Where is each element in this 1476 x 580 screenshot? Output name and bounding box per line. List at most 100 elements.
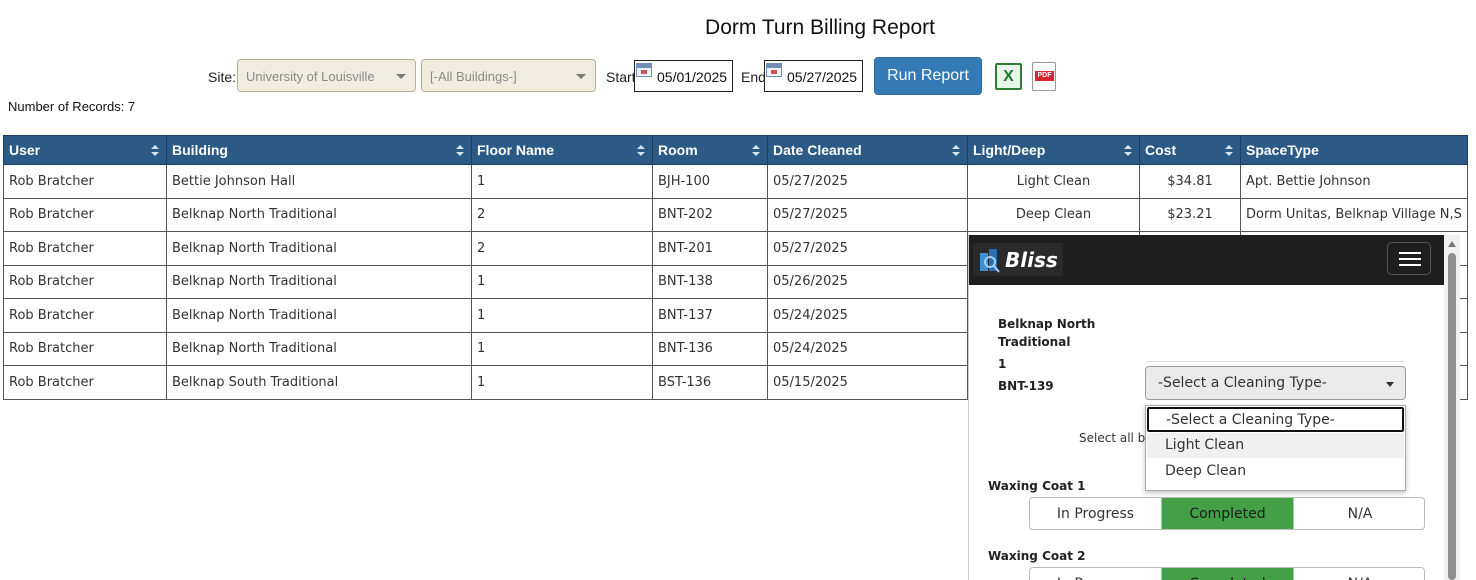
column-header-building[interactable]: Building — [166, 135, 472, 165]
excel-export-icon[interactable]: X — [995, 63, 1022, 90]
cell-space-type: Dorm Unitas, Belknap Village N,S — [1240, 197, 1468, 232]
waxing-coat-1-toggle: In Progress Completed N/A — [1029, 497, 1425, 530]
hamburger-menu-icon[interactable] — [1387, 242, 1431, 275]
building-name-line2: Traditional — [998, 335, 1071, 349]
column-header-label: Building — [172, 142, 228, 158]
cell-user: Rob Bratcher — [3, 264, 167, 299]
cell-user: Rob Bratcher — [3, 164, 167, 199]
panel-scrollbar[interactable] — [1444, 235, 1460, 580]
column-header-label: User — [9, 142, 41, 158]
cell-user: Rob Bratcher — [3, 231, 167, 266]
cell-building: Belknap North Traditional — [166, 264, 472, 299]
building-select[interactable]: [-All Buildings-] — [421, 59, 596, 92]
cell-light-deep: Deep Clean — [967, 197, 1140, 232]
calendar-icon[interactable] — [636, 63, 652, 77]
column-header-date-cleaned[interactable]: Date Cleaned — [767, 135, 968, 165]
cell-date: 05/15/2025 — [767, 365, 968, 400]
pdf-export-icon[interactable]: PDF — [1032, 62, 1056, 91]
column-header-label: Floor Name — [477, 142, 555, 158]
waxing-coat-2-label: Waxing Coat 2 — [988, 549, 1086, 563]
cell-floor: 2 — [471, 231, 653, 266]
cell-floor: 1 — [471, 164, 653, 199]
cell-user: Rob Bratcher — [3, 197, 167, 232]
cell-room: BNT-137 — [652, 298, 768, 333]
cell-cost: $23.21 — [1139, 197, 1241, 232]
waxing-coat-1-label: Waxing Coat 1 — [988, 479, 1086, 493]
building-name-line1: Belknap North — [998, 317, 1096, 331]
building-logo-icon — [980, 249, 1000, 273]
sort-icon[interactable] — [952, 145, 960, 156]
cell-building: Bettie Johnson Hall — [166, 164, 472, 199]
cell-floor: 2 — [471, 197, 653, 232]
column-header-room[interactable]: Room — [652, 135, 768, 165]
table-row[interactable]: Rob Bratcher Bettie Johnson Hall 1 BJH-1… — [3, 164, 1468, 199]
column-header-light-deep[interactable]: Light/Deep — [967, 135, 1140, 165]
record-count: Number of Records: 7 — [8, 99, 136, 114]
sort-icon[interactable] — [752, 145, 760, 156]
cell-light-deep: Light Clean — [967, 164, 1140, 199]
column-header-cost[interactable]: Cost — [1139, 135, 1241, 165]
cell-room: BST-136 — [652, 365, 768, 400]
status-completed[interactable]: Completed — [1162, 568, 1294, 580]
sort-icon[interactable] — [637, 145, 645, 156]
column-header-space-type[interactable]: SpaceType — [1240, 135, 1468, 165]
bliss-logo[interactable]: Bliss — [973, 243, 1063, 276]
cell-room: BJH-100 — [652, 164, 768, 199]
end-label: End — [741, 69, 766, 85]
sort-icon[interactable] — [456, 145, 464, 156]
column-header-floor-name[interactable]: Floor Name — [471, 135, 653, 165]
cell-user: Rob Bratcher — [3, 298, 167, 333]
divider — [1146, 361, 1404, 362]
calendar-icon[interactable] — [766, 63, 782, 77]
cell-date: 05/24/2025 — [767, 331, 968, 366]
site-select-value: University of Louisville — [246, 69, 375, 84]
sort-icon[interactable] — [1225, 145, 1233, 156]
cell-building: Belknap North Traditional — [166, 197, 472, 232]
table-row[interactable]: Rob Bratcher Belknap North Traditional 2… — [3, 197, 1468, 232]
floor-number: 1 — [998, 357, 1007, 371]
cell-room: BNT-136 — [652, 331, 768, 366]
dropdown-option[interactable]: Deep Clean — [1147, 459, 1404, 484]
status-na[interactable]: N/A — [1294, 568, 1424, 580]
start-label: Start — [606, 69, 636, 85]
app-navbar: Bliss — [969, 235, 1444, 285]
run-report-button[interactable]: Run Report — [874, 57, 982, 95]
column-header-label: Cost — [1145, 142, 1177, 158]
waxing-coat-2-toggle: In Progress Completed N/A — [1029, 567, 1425, 580]
status-in-progress[interactable]: In Progress — [1030, 498, 1162, 529]
cell-cost: $34.81 — [1139, 164, 1241, 199]
cleaning-type-value: -Select a Cleaning Type- — [1158, 375, 1327, 391]
status-na[interactable]: N/A — [1294, 498, 1424, 529]
scroll-up-icon[interactable] — [1448, 241, 1456, 247]
logo-text: Bliss — [1005, 248, 1058, 272]
end-date-input[interactable]: 05/27/2025 — [764, 60, 863, 92]
cell-floor: 1 — [471, 298, 653, 333]
cell-floor: 1 — [471, 331, 653, 366]
dropdown-option[interactable]: Light Clean — [1147, 433, 1404, 458]
dropdown-option[interactable]: -Select a Cleaning Type- — [1147, 407, 1404, 432]
end-date-value: 05/27/2025 — [787, 69, 858, 85]
building-select-value: [-All Buildings-] — [430, 69, 517, 84]
mobile-cleaning-panel: Bliss Belknap North Traditional 1 BNT-13… — [968, 235, 1444, 580]
cell-date: 05/24/2025 — [767, 298, 968, 333]
sort-icon[interactable] — [1124, 145, 1132, 156]
start-date-input[interactable]: 05/01/2025 — [634, 60, 733, 92]
sort-icon[interactable] — [151, 145, 159, 156]
status-completed[interactable]: Completed — [1162, 498, 1294, 529]
table-header-row: User Building Floor Name Room Date Clean… — [3, 135, 1468, 165]
cell-room: BNT-201 — [652, 231, 768, 266]
cell-date: 05/27/2025 — [767, 197, 968, 232]
status-in-progress[interactable]: In Progress — [1030, 568, 1162, 580]
scroll-thumb[interactable] — [1448, 253, 1456, 580]
column-header-user[interactable]: User — [3, 135, 167, 165]
site-select[interactable]: University of Louisville — [237, 59, 416, 92]
column-header-label: Light/Deep — [973, 142, 1046, 158]
cell-building: Belknap North Traditional — [166, 231, 472, 266]
cell-date: 05/26/2025 — [767, 264, 968, 299]
cell-building: Belknap North Traditional — [166, 298, 472, 333]
start-date-value: 05/01/2025 — [657, 69, 728, 85]
pdf-badge: PDF — [1035, 71, 1054, 81]
column-header-label: SpaceType — [1246, 142, 1319, 158]
chevron-down-icon — [576, 74, 586, 79]
cleaning-type-select[interactable]: -Select a Cleaning Type- — [1145, 366, 1406, 400]
